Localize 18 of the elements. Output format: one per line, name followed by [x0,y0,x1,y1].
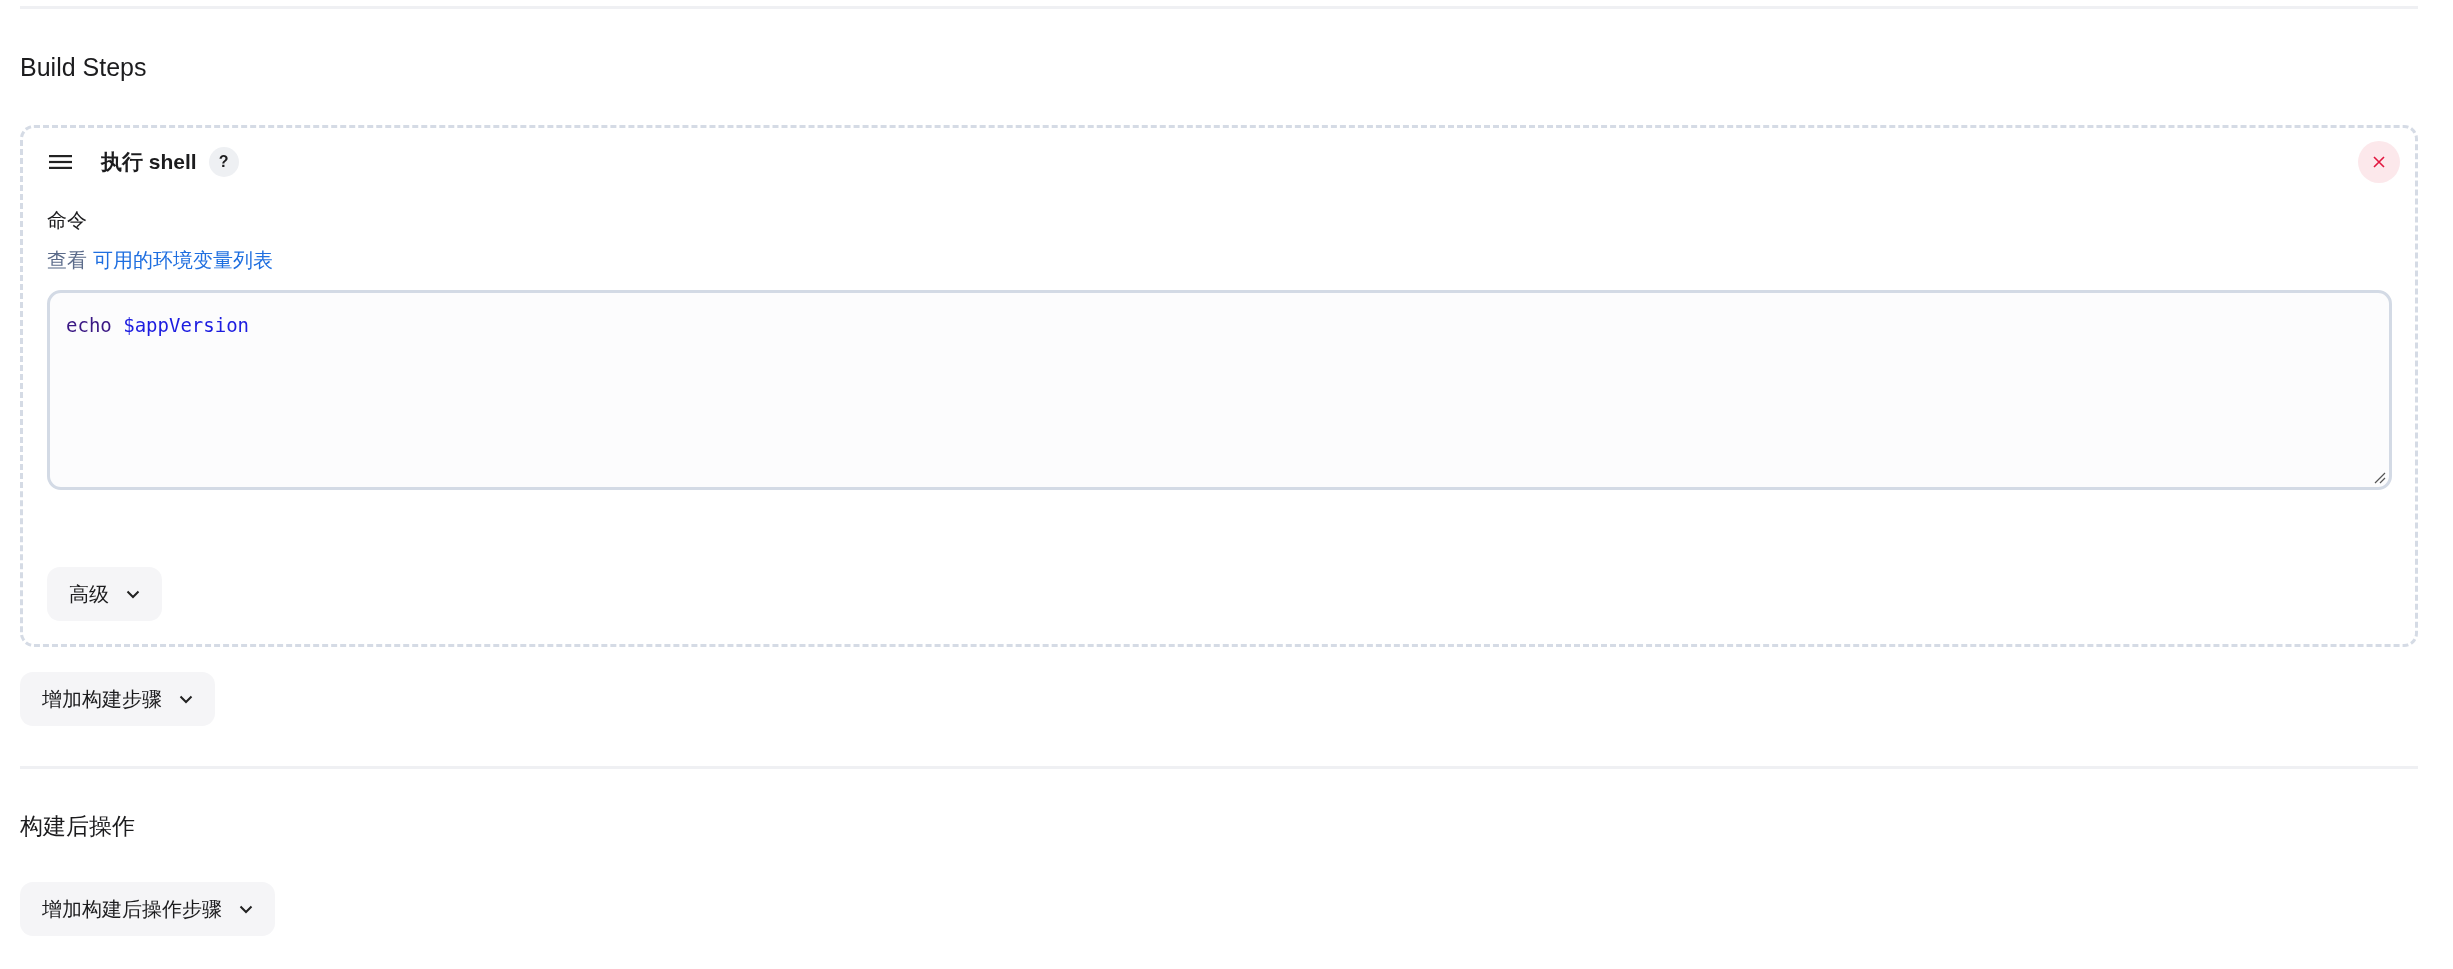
field-label: 命令 [47,208,87,233]
section-title: Build Steps [20,52,147,83]
chevron-down-icon [126,589,140,599]
section-title: 构建后操作 [20,812,135,841]
chevron-down-icon [179,694,193,704]
close-icon [2373,156,2385,168]
chevron-down-icon [239,904,253,914]
menu-icon[interactable] [49,155,72,169]
env-hint-text: 查看 可用的环境变量列表 [47,248,273,273]
resize-grip-icon[interactable] [2374,472,2386,484]
advanced-button[interactable]: 高级 [47,567,162,621]
env-variables-link[interactable]: 可用的环境变量列表 [92,249,273,271]
remove-step-button[interactable] [2358,141,2400,183]
add-post-build-step-button[interactable]: 增加构建后操作步骤 [20,882,275,936]
step-title: 执行 shell [101,149,197,175]
add-build-step-button[interactable]: 增加构建步骤 [20,672,215,726]
command-field[interactable]: echo $appVersion [47,290,2392,490]
help-button[interactable]: ? [208,147,239,177]
